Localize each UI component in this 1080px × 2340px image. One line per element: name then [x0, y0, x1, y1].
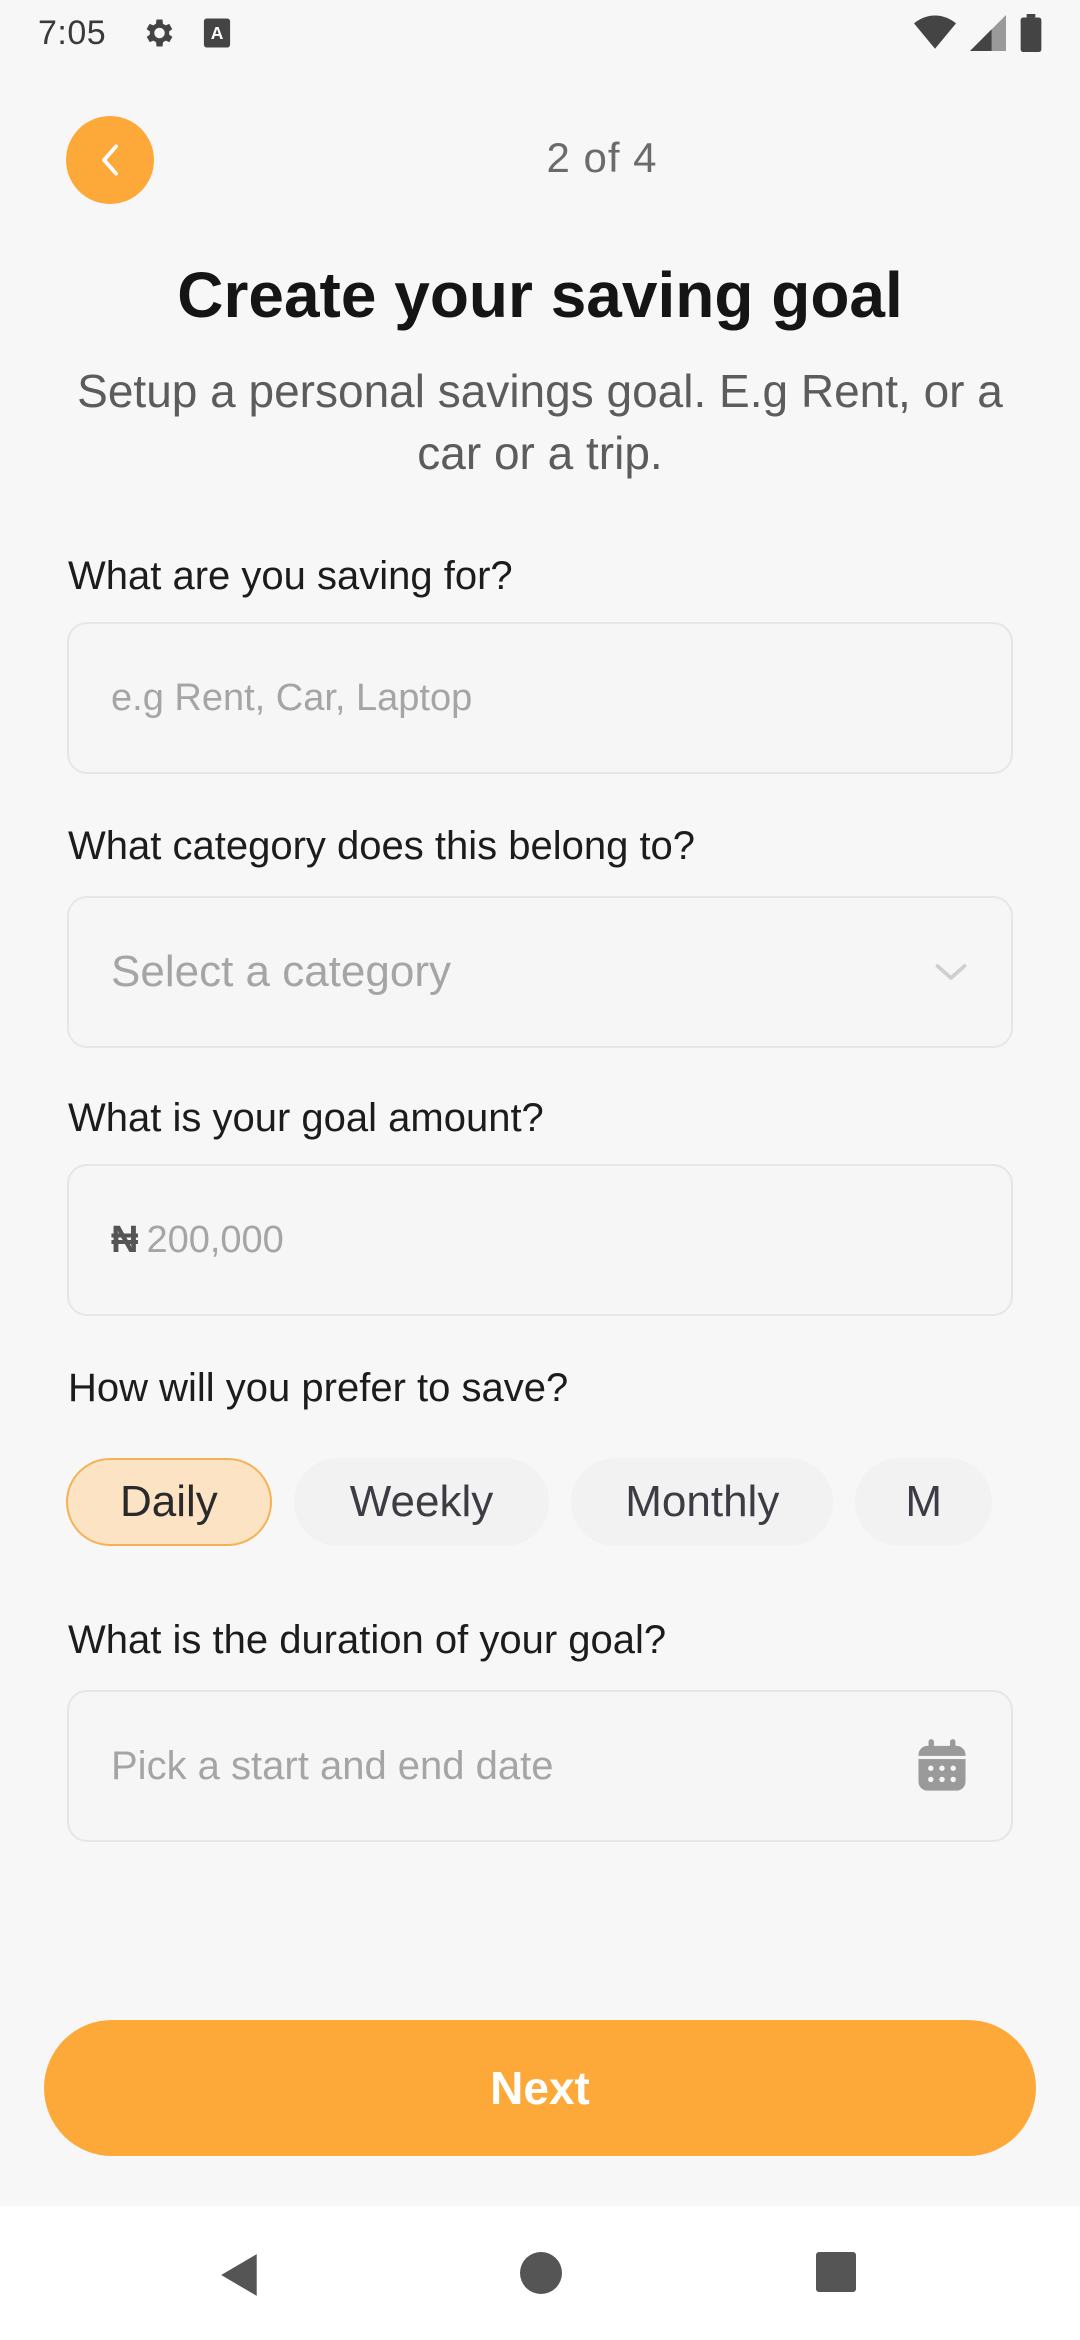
currency-symbol: ₦	[111, 1218, 139, 1261]
back-triangle-icon[interactable]	[218, 2252, 262, 2298]
frequency-label: How will you prefer to save?	[68, 1366, 569, 1410]
screen: 7:05 A 2 of 4 Create your saving goal Se…	[0, 0, 1080, 2340]
page-title: Create your saving goal	[177, 259, 903, 331]
duration-placeholder: Pick a start and end date	[111, 1743, 554, 1788]
duration-label: What is the duration of your goal?	[68, 1618, 667, 1662]
home-circle-icon[interactable]	[520, 2252, 562, 2294]
duration-field[interactable]: Pick a start and end date	[67, 1690, 1013, 1842]
chevron-down-icon	[935, 964, 967, 980]
battery-icon	[1020, 14, 1042, 61]
next-button[interactable]: Next	[44, 2020, 1036, 2156]
status-bar: 7:05 A	[0, 0, 1080, 66]
status-right-icons	[914, 14, 1042, 61]
category-placeholder: Select a category	[111, 947, 451, 996]
calendar-icon	[918, 1739, 966, 1791]
goal-amount-label: What is your goal amount?	[68, 1096, 544, 1140]
page-subtitle: Setup a personal savings goal. E.g Rent,…	[77, 365, 1003, 479]
saving-for-field[interactable]	[67, 622, 1013, 774]
status-time: 7:05	[38, 13, 107, 52]
category-select[interactable]: Select a category	[67, 896, 1013, 1048]
goal-amount-field[interactable]: ₦ 200,000	[67, 1164, 1013, 1316]
category-label: What category does this belong to?	[68, 824, 696, 868]
svg-text:A: A	[211, 23, 224, 43]
keyboard-a-icon: A	[202, 17, 232, 49]
chip-more[interactable]: M	[855, 1458, 992, 1546]
chip-monthly[interactable]: Monthly	[571, 1458, 834, 1546]
chip-weekly[interactable]: Weekly	[293, 1458, 550, 1546]
chip-daily[interactable]: Daily	[66, 1458, 272, 1546]
system-nav-bar	[0, 2206, 1080, 2340]
frequency-chips: Daily Weekly Monthly M	[66, 1458, 1014, 1550]
signal-icon	[970, 15, 1006, 60]
wifi-icon	[914, 15, 956, 60]
recents-square-icon[interactable]	[816, 2252, 856, 2292]
gear-icon	[140, 15, 176, 51]
goal-amount-placeholder: 200,000	[146, 1218, 284, 1261]
saving-for-input[interactable]	[111, 676, 969, 720]
step-indicator: 2 of 4	[546, 134, 658, 181]
saving-for-label: What are you saving for?	[68, 554, 513, 598]
